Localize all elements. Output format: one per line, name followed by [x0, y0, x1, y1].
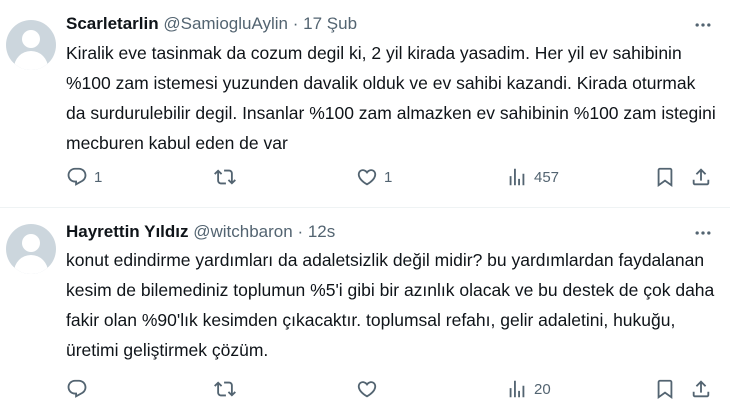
tweet[interactable]: Hayrettin Yıldız @witchbaron · 12s konut… — [0, 208, 730, 420]
views-chart-icon — [509, 380, 525, 398]
bookmark-button[interactable] — [654, 374, 676, 404]
tweet-actions: 20 — [60, 374, 720, 404]
tweet-actions: 1 1 457 — [60, 162, 720, 192]
reply-button[interactable]: 1 — [66, 162, 102, 192]
share-icon — [692, 168, 710, 186]
tweet-text: Kiralik eve tasinmak da cozum degil ki, … — [66, 43, 716, 153]
reply-button[interactable] — [66, 374, 94, 404]
reply-icon — [67, 167, 87, 186]
retweet-icon — [214, 169, 236, 185]
tweet-timestamp[interactable]: 12s — [308, 222, 335, 241]
tweet-header: Scarletarlin @SamiogluAylin · 17 Şub — [66, 13, 357, 35]
author-handle[interactable]: @SamiogluAylin — [163, 14, 288, 33]
separator-dot: · — [297, 222, 304, 241]
separator-dot: · — [292, 14, 299, 33]
heart-icon — [357, 169, 377, 186]
like-count: 1 — [384, 168, 393, 186]
views-chart-icon — [509, 168, 525, 186]
author-name[interactable]: Hayrettin Yıldız — [66, 222, 189, 241]
reply-count: 1 — [94, 168, 103, 186]
tweet[interactable]: Scarletarlin @SamiogluAylin · 17 Şub Kir… — [0, 0, 730, 208]
bookmark-icon — [657, 379, 673, 400]
like-button[interactable] — [356, 374, 384, 404]
retweet-button[interactable] — [214, 162, 242, 192]
author-name[interactable]: Scarletarlin — [66, 14, 159, 33]
share-icon — [692, 380, 710, 398]
author-handle[interactable]: @witchbaron — [193, 222, 292, 241]
retweet-icon — [214, 381, 236, 397]
like-button[interactable]: 1 — [356, 162, 392, 192]
default-avatar-icon[interactable] — [6, 20, 56, 70]
reply-icon — [67, 379, 87, 398]
share-button[interactable] — [690, 162, 712, 192]
more-horizontal-icon[interactable] — [692, 222, 714, 244]
share-button[interactable] — [690, 374, 712, 404]
tweet-text: konut edindirme yardımları da adaletsizl… — [66, 250, 715, 360]
heart-icon — [357, 381, 377, 398]
views-button[interactable]: 457 — [506, 162, 559, 192]
bookmark-button[interactable] — [654, 162, 676, 192]
retweet-button[interactable] — [214, 374, 242, 404]
bookmark-icon — [657, 167, 673, 188]
views-count: 20 — [534, 380, 551, 398]
more-horizontal-icon[interactable] — [692, 14, 714, 36]
default-avatar-icon[interactable] — [6, 224, 56, 274]
tweet-header: Hayrettin Yıldız @witchbaron · 12s — [66, 221, 335, 243]
tweet-timestamp[interactable]: 17 Şub — [303, 14, 357, 33]
views-count: 457 — [534, 168, 560, 186]
views-button[interactable]: 20 — [506, 374, 551, 404]
